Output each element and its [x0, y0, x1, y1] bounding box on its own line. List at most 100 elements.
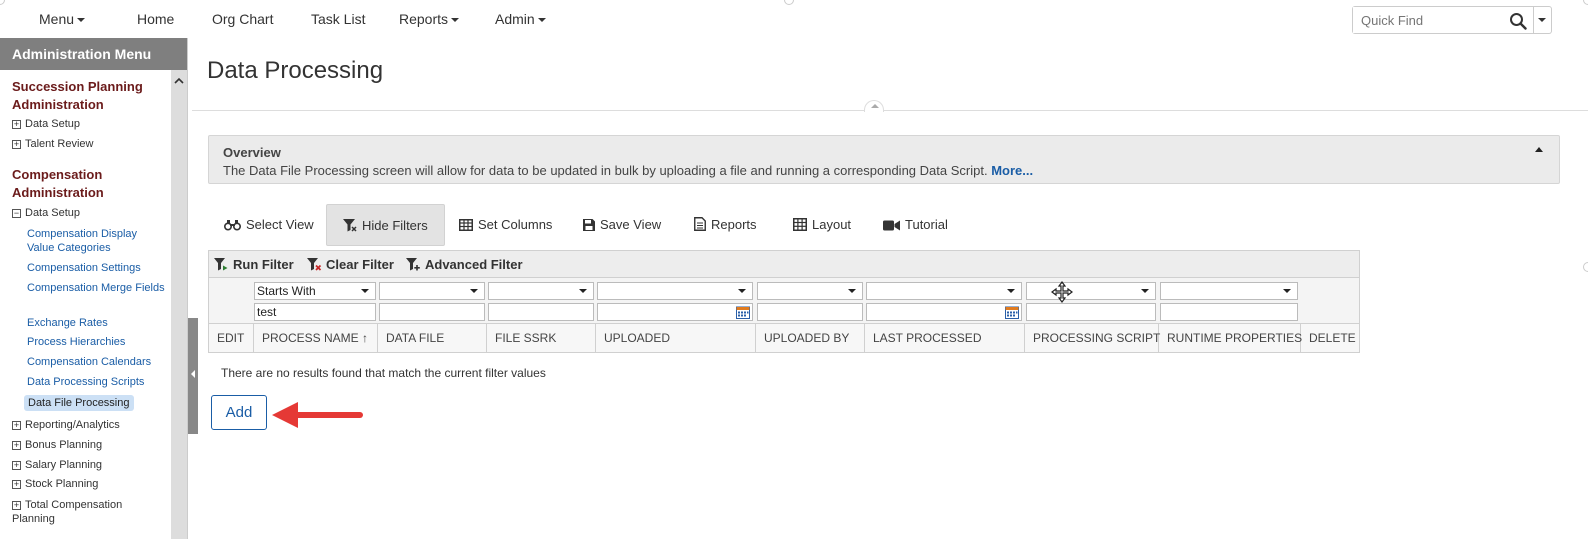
column-header-last-processed[interactable]: LAST PROCESSED — [865, 324, 1025, 352]
expand-icon[interactable]: + — [12, 461, 21, 470]
nav-admin-dropdown[interactable]: Admin — [495, 11, 546, 27]
header-collapse-toggle[interactable] — [864, 100, 884, 112]
column-header-edit[interactable]: EDIT — [209, 324, 254, 352]
table-columns-icon — [459, 219, 473, 231]
menu-label: Menu — [39, 11, 75, 27]
scroll-up-icon[interactable] — [174, 76, 184, 86]
process-name-filter-input[interactable]: test — [254, 303, 376, 321]
file-ssrk-operator-select[interactable] — [488, 282, 594, 300]
collapse-up-icon[interactable] — [1535, 147, 1543, 152]
title-divider — [192, 110, 1588, 111]
tree-item-comp-data-setup[interactable]: − Data Setup — [12, 207, 80, 219]
tree-item-reporting-analytics[interactable]: + Reporting/Analytics — [12, 419, 120, 431]
hide-filters-button[interactable]: Hide Filters — [326, 204, 445, 246]
calendar-icon[interactable] — [736, 306, 750, 319]
column-header-file-ssrk[interactable]: FILE SSRK — [487, 324, 596, 352]
expand-icon[interactable]: + — [12, 140, 21, 149]
last-processed-operator-select[interactable] — [866, 282, 1022, 300]
tree-item-salary-planning[interactable]: + Salary Planning — [12, 459, 102, 471]
nav-reports-dropdown[interactable]: Reports — [399, 11, 460, 27]
tree-item-total-comp-planning[interactable]: + Total Compensation Planning — [12, 498, 142, 526]
add-button[interactable]: Add — [211, 395, 267, 430]
sidebar-link-process-hierarchies[interactable]: Process Hierarchies — [27, 335, 167, 349]
overview-text-line: The Data File Processing screen will all… — [223, 163, 1033, 178]
data-file-filter-input[interactable] — [379, 303, 485, 321]
sidebar-link-comp-calendars[interactable]: Compensation Calendars — [27, 355, 167, 369]
chevron-down-icon — [451, 18, 460, 23]
nav-org-chart[interactable]: Org Chart — [212, 11, 273, 27]
no-results-message: There are no results found that match th… — [221, 366, 546, 380]
uploaded-by-operator-select[interactable] — [757, 282, 863, 300]
sidebar-link-comp-merge-fields[interactable]: Compensation Merge Fields — [27, 281, 167, 295]
overview-text: The Data File Processing screen will all… — [223, 163, 988, 178]
run-filter-button[interactable]: Run Filter — [214, 257, 294, 272]
tree-item-stock-planning[interactable]: + Stock Planning — [12, 478, 98, 490]
collapse-icon[interactable]: − — [12, 209, 21, 218]
layout-label: Layout — [812, 217, 852, 232]
run-filter-icon — [214, 258, 228, 271]
uploaded-by-filter-input[interactable] — [757, 303, 863, 321]
overview-more-link[interactable]: More... — [991, 163, 1033, 178]
expand-icon[interactable]: + — [12, 421, 21, 430]
calendar-icon[interactable] — [1005, 306, 1019, 319]
clear-filter-button[interactable]: Clear Filter — [307, 257, 394, 272]
sidebar-link-data-file-processing[interactable]: Data File Processing — [24, 395, 134, 411]
tree-item-succession-data-setup[interactable]: + Data Setup — [12, 118, 80, 130]
overview-title: Overview — [223, 145, 281, 160]
column-header-runtime-properties[interactable]: RUNTIME PROPERTIES — [1159, 324, 1302, 352]
tree-item-label: Stock Planning — [25, 478, 99, 490]
nav-task-list[interactable]: Task List — [311, 11, 365, 27]
quick-find-options-button[interactable] — [1534, 6, 1552, 34]
expand-icon[interactable]: + — [12, 441, 21, 450]
column-header-delete[interactable]: DELETE — [1301, 324, 1359, 352]
column-header-processing-script[interactable]: PROCESSING SCRIPT — [1025, 324, 1160, 352]
document-icon — [694, 217, 706, 231]
processing-script-filter-input[interactable] — [1026, 303, 1156, 321]
column-header-process-name[interactable]: PROCESS NAME ↑ — [254, 324, 378, 352]
sidebar-link-comp-display-value-categories[interactable]: Compensation Display Value Categories — [27, 227, 167, 255]
sidebar-link-comp-settings[interactable]: Compensation Settings — [27, 261, 167, 275]
expand-icon[interactable]: + — [12, 120, 21, 129]
tree-item-label: Total Compensation Planning — [12, 499, 123, 525]
select-view-button[interactable]: Select View — [208, 204, 330, 246]
tree-item-talent-review[interactable]: + Talent Review — [12, 138, 93, 150]
file-ssrk-filter-input[interactable] — [488, 303, 594, 321]
data-file-operator-select[interactable] — [379, 282, 485, 300]
advanced-filter-label: Advanced Filter — [425, 257, 523, 272]
column-header-uploaded-by[interactable]: UPLOADED BY — [756, 324, 865, 352]
tree-item-bonus-planning[interactable]: + Bonus Planning — [12, 439, 102, 451]
tree-item-label: Data Setup — [25, 118, 81, 130]
last-processed-filter-input[interactable] — [866, 303, 1022, 321]
column-header-uploaded[interactable]: UPLOADED — [596, 324, 756, 352]
process-name-operator-select[interactable]: Starts With — [254, 282, 376, 300]
uploaded-filter-input[interactable] — [597, 303, 753, 321]
uploaded-operator-select[interactable] — [597, 282, 753, 300]
layout-button[interactable]: Layout — [777, 204, 867, 246]
nav-home[interactable]: Home — [137, 11, 174, 27]
runtime-properties-filter-input[interactable] — [1160, 303, 1298, 321]
menu-dropdown[interactable]: Menu — [39, 11, 86, 27]
search-icon[interactable] — [1509, 12, 1527, 30]
scrollbar-thumb[interactable] — [171, 70, 187, 539]
quick-find-input[interactable] — [1353, 7, 1503, 33]
processing-script-operator-select[interactable] — [1026, 282, 1156, 300]
sidebar-link-data-processing-scripts[interactable]: Data Processing Scripts — [27, 375, 167, 389]
set-columns-button[interactable]: Set Columns — [443, 204, 568, 246]
sidebar-link-exchange-rates[interactable]: Exchange Rates — [27, 316, 167, 330]
expand-icon[interactable]: + — [12, 480, 21, 489]
runtime-properties-operator-select[interactable] — [1160, 282, 1298, 300]
expand-icon[interactable]: + — [12, 501, 21, 510]
clear-filter-label: Clear Filter — [326, 257, 394, 272]
reports-button[interactable]: Reports — [678, 204, 773, 246]
sidebar-collapse-handle[interactable] — [188, 318, 198, 434]
advanced-filter-button[interactable]: Advanced Filter — [406, 257, 523, 272]
sidebar-scrollbar[interactable] — [171, 70, 187, 539]
column-header-data-file[interactable]: DATA FILE — [378, 324, 487, 352]
chevron-down-icon — [738, 289, 746, 293]
save-view-label: Save View — [600, 217, 662, 232]
tutorial-button[interactable]: Tutorial — [867, 204, 964, 246]
chevron-down-icon — [1141, 289, 1149, 293]
save-view-button[interactable]: Save View — [567, 204, 677, 246]
tree-item-label: Talent Review — [25, 138, 94, 150]
tree-item-label: Salary Planning — [25, 459, 103, 471]
